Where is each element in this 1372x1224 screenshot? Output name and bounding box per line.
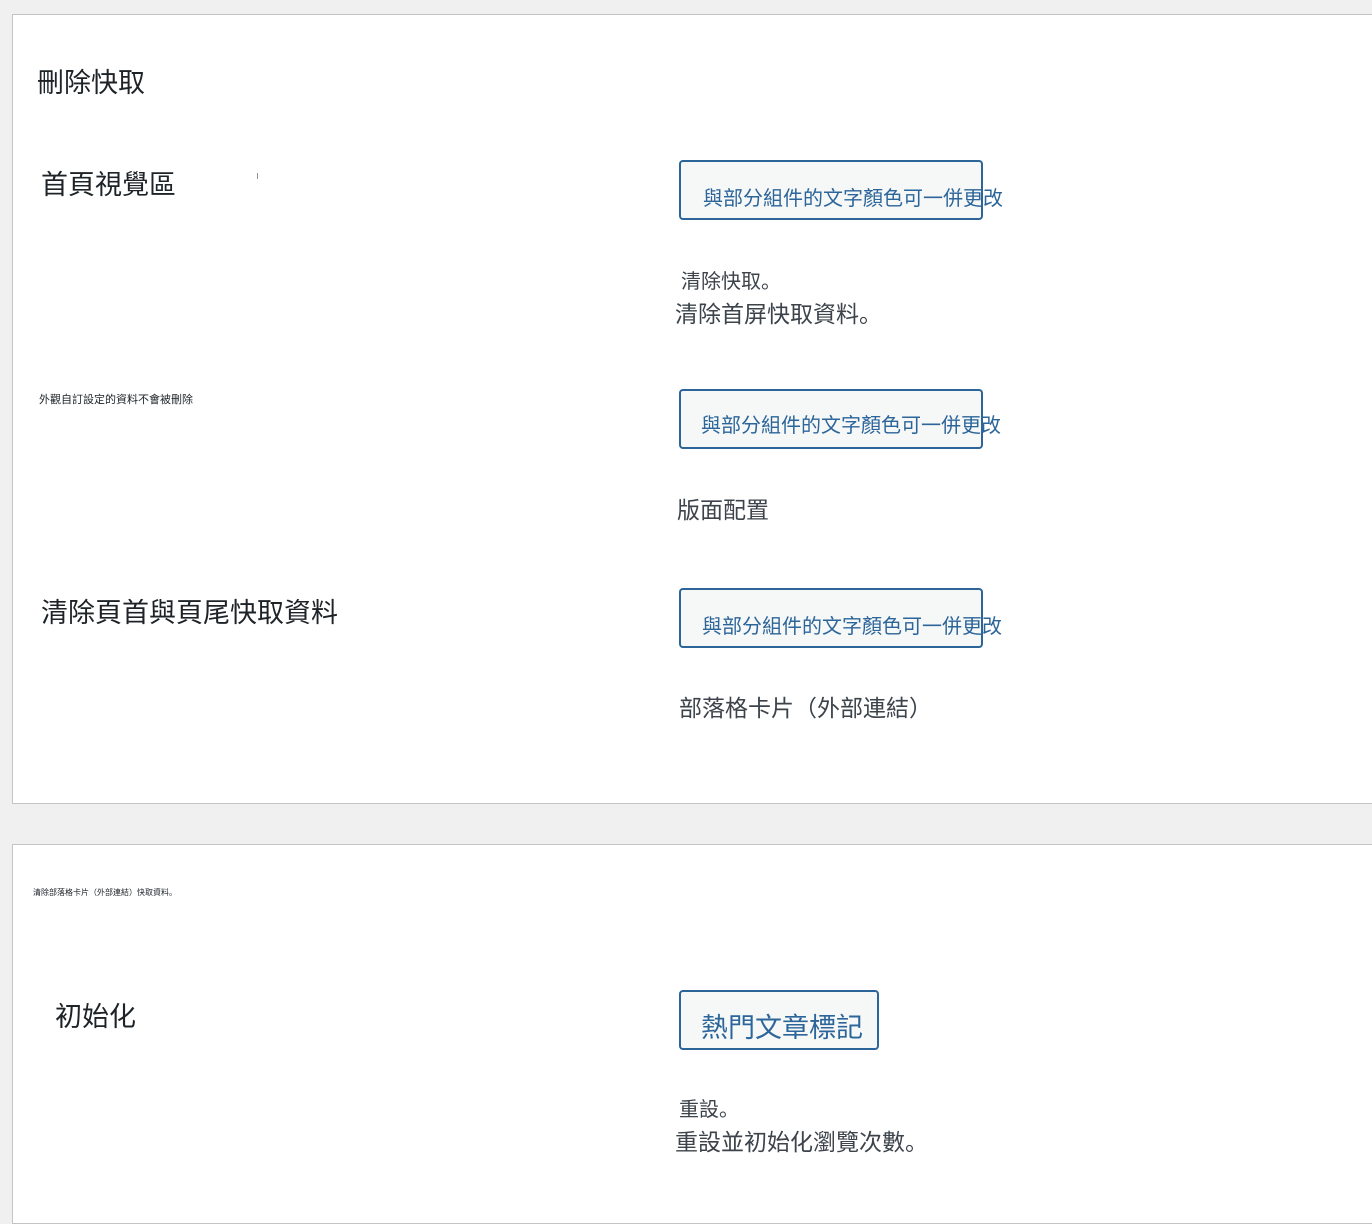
divider-mark [257,173,258,179]
clear-layout-cache-button[interactable]: 與部分組件的文字顏色可一併更改 [679,389,1001,449]
row-desc: 清除首屏快取資料。 [675,302,882,328]
row-label-init: 初始化 [55,1002,136,1033]
row-desc: 重設並初始化瀏覽次數。 [675,1130,928,1156]
button-label: 熱門文章標記 [701,1013,863,1044]
reset-popular-posts-button[interactable]: 熱門文章標記 [679,990,879,1050]
row-desc: 版面配置 [677,498,769,524]
row-label-customizer-note: 外觀自訂設定的資料不會被刪除 [39,393,193,406]
cache-settings-panel: 刪除快取 首頁視覺區 與部分組件的文字顏色可一併更改 清除快取。 清除首屏快取資… [12,14,1372,804]
row-label-header-footer: 清除頁首與頁尾快取資料 [41,598,338,629]
panel-note: 清除部落格卡片（外部連結）快取資料。 [33,888,177,897]
button-label: 與部分組件的文字顏色可一併更改 [702,614,1002,638]
button-label: 與部分組件的文字顏色可一併更改 [701,413,1001,437]
clear-header-footer-cache-button[interactable]: 與部分組件的文字顏色可一併更改 [679,588,1002,648]
row-desc: 部落格卡片（外部連結） [679,696,932,722]
row-desc-small: 重設。 [679,1097,739,1121]
panel-title: 刪除快取 [37,68,145,99]
init-settings-panel: 清除部落格卡片（外部連結）快取資料。 初始化 熱門文章標記 重設。 重設並初始化… [12,844,1372,1224]
row-label-hero-area: 首頁視覺區 [41,170,176,201]
button-label: 與部分組件的文字顏色可一併更改 [703,186,1003,210]
row-desc-small: 清除快取。 [681,269,781,293]
clear-hero-cache-button[interactable]: 與部分組件的文字顏色可一併更改 [679,160,1003,220]
